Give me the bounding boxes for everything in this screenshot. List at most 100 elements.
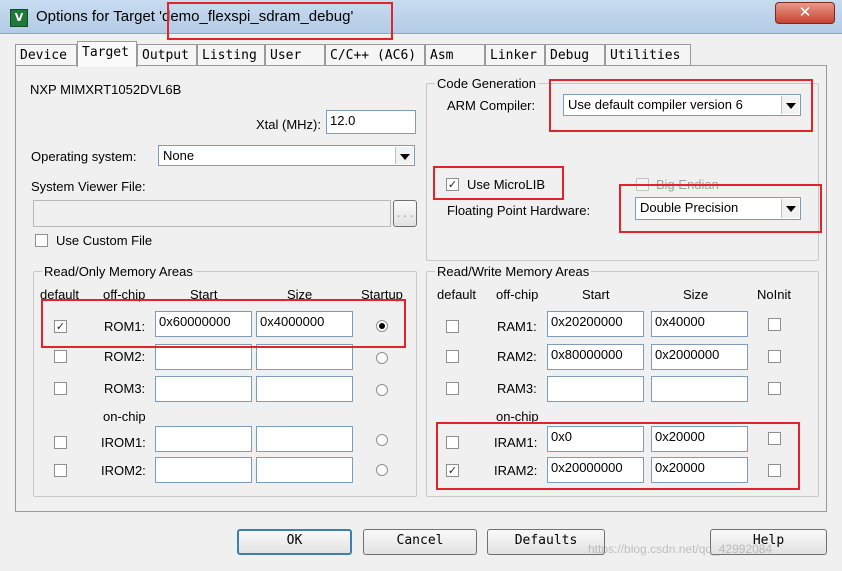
- ro-memory-title: Read/Only Memory Areas: [42, 264, 195, 279]
- code-generation-title: Code Generation: [435, 76, 539, 91]
- rom2-default-checkbox[interactable]: [54, 350, 67, 363]
- tab-target[interactable]: Target: [77, 41, 137, 67]
- irom2-start-input[interactable]: [155, 457, 252, 483]
- ro-header-start: Start: [190, 287, 218, 302]
- svd-label: System Viewer File:: [31, 179, 146, 194]
- rom1-start-input[interactable]: 0x60000000: [155, 311, 252, 337]
- iram1-default-checkbox[interactable]: [446, 436, 459, 449]
- big-endian-checkbox[interactable]: [636, 178, 649, 191]
- irom1-start-input[interactable]: [155, 426, 252, 452]
- ram1-size-input[interactable]: 0x40000: [651, 311, 748, 337]
- rom1-label: ROM1:: [104, 319, 146, 334]
- irom2-default-checkbox[interactable]: [54, 464, 67, 477]
- title-target: 'demo_flexspi_sdram_debug': [159, 8, 354, 25]
- arm-compiler-label: ARM Compiler:: [447, 98, 536, 113]
- ok-button[interactable]: OK: [237, 529, 352, 555]
- irom1-startup-radio[interactable]: [376, 434, 388, 446]
- rom1-default-checkbox[interactable]: ✓: [54, 320, 67, 333]
- ram2-size-input[interactable]: 0x2000000: [651, 344, 748, 370]
- use-custom-file-checkbox[interactable]: [35, 234, 48, 247]
- xtal-input[interactable]: 12.0: [326, 110, 416, 134]
- tab-debug[interactable]: Debug: [545, 44, 605, 66]
- os-select[interactable]: None: [158, 145, 415, 166]
- ro-header-default: default: [40, 287, 80, 302]
- ram1-noinit-checkbox[interactable]: [768, 318, 781, 331]
- title-prefix: Options for Target: [36, 8, 160, 25]
- irom2-size-input[interactable]: [256, 457, 353, 483]
- os-select-value: None: [163, 148, 195, 163]
- irom1-label: IROM1:: [101, 435, 146, 450]
- window-title: Options for Target 'demo_flexspi_sdram_d…: [36, 8, 353, 25]
- ram3-size-input[interactable]: [651, 376, 748, 402]
- irom1-default-checkbox[interactable]: [54, 436, 67, 449]
- close-button[interactable]: ✕: [775, 2, 835, 24]
- ro-header-size: Size: [287, 287, 313, 302]
- rom2-start-input[interactable]: [155, 344, 252, 370]
- tab-user[interactable]: User: [265, 44, 325, 66]
- ram2-noinit-checkbox[interactable]: [768, 350, 781, 363]
- iram2-noinit-checkbox[interactable]: [768, 464, 781, 477]
- use-custom-file-label: Use Custom File: [56, 233, 153, 248]
- rom2-size-input[interactable]: [256, 344, 353, 370]
- rom3-default-checkbox[interactable]: [54, 382, 67, 395]
- irom2-label: IROM2:: [101, 463, 146, 478]
- rom2-startup-radio[interactable]: [376, 352, 388, 364]
- irom2-startup-radio[interactable]: [376, 464, 388, 476]
- arm-compiler-value: Use default compiler version 6: [568, 97, 743, 112]
- ram3-default-checkbox[interactable]: [446, 382, 459, 395]
- tab-device[interactable]: Device: [15, 44, 77, 66]
- tab-listing[interactable]: Listing: [197, 44, 265, 66]
- rom1-size-input[interactable]: 0x4000000: [256, 311, 353, 337]
- ro-header-offchip: off-chip: [103, 287, 146, 302]
- chevron-down-icon[interactable]: [781, 96, 799, 114]
- iram2-label: IRAM2:: [494, 463, 538, 478]
- rw-header-offchip: off-chip: [496, 287, 539, 302]
- iram1-label: IRAM1:: [494, 435, 538, 450]
- rom3-startup-radio[interactable]: [376, 384, 388, 396]
- chevron-down-icon[interactable]: [395, 147, 413, 164]
- use-microlib-checkbox[interactable]: ✓: [446, 178, 459, 191]
- rw-header-default: default: [437, 287, 477, 302]
- cancel-button[interactable]: Cancel: [363, 529, 477, 555]
- rw-onchip-label: on-chip: [496, 409, 539, 424]
- iram2-start-input[interactable]: 0x20000000: [547, 457, 644, 483]
- fph-select[interactable]: Double Precision: [635, 197, 801, 220]
- iram2-default-checkbox[interactable]: ✓: [446, 464, 459, 477]
- chevron-down-icon[interactable]: [781, 199, 799, 218]
- irom1-size-input[interactable]: [256, 426, 353, 452]
- rom3-label: ROM3:: [104, 381, 146, 396]
- tab-asm[interactable]: Asm: [425, 44, 485, 66]
- rw-header-noinit: NoInit: [757, 287, 791, 302]
- ram2-default-checkbox[interactable]: [446, 350, 459, 363]
- fph-value: Double Precision: [640, 200, 739, 215]
- rom3-size-input[interactable]: [256, 376, 353, 402]
- tab-linker[interactable]: Linker: [485, 44, 545, 66]
- ram1-label: RAM1:: [497, 319, 537, 334]
- iram1-start-input[interactable]: 0x0: [547, 426, 644, 452]
- ro-header-startup: Startup: [361, 287, 403, 302]
- big-endian-label: Big Endian: [656, 177, 719, 192]
- iram1-noinit-checkbox[interactable]: [768, 432, 781, 445]
- svd-browse-button[interactable]: ...: [393, 200, 417, 227]
- ram3-noinit-checkbox[interactable]: [768, 382, 781, 395]
- ram1-start-input[interactable]: 0x20200000: [547, 311, 644, 337]
- ram2-start-input[interactable]: 0x80000000: [547, 344, 644, 370]
- arm-compiler-select[interactable]: Use default compiler version 6: [563, 94, 801, 116]
- rom1-startup-radio[interactable]: [376, 320, 388, 332]
- watermark: https://blog.csdn.net/qq_42992084: [588, 542, 773, 556]
- rw-header-start: Start: [582, 287, 610, 302]
- iram2-size-input[interactable]: 0x20000: [651, 457, 748, 483]
- rom3-start-input[interactable]: [155, 376, 252, 402]
- ram3-start-input[interactable]: [547, 376, 644, 402]
- tab-output[interactable]: Output: [137, 44, 197, 66]
- tab-cc-ac6[interactable]: C/C++ (AC6): [325, 44, 425, 66]
- tab-utilities[interactable]: Utilities: [605, 44, 691, 66]
- use-microlib-label: Use MicroLIB: [467, 177, 546, 192]
- iram1-size-input[interactable]: 0x20000: [651, 426, 748, 452]
- xtal-label: Xtal (MHz):: [256, 117, 321, 132]
- device-name: NXP MIMXRT1052DVL6B: [30, 82, 182, 97]
- svd-input[interactable]: [33, 200, 391, 227]
- os-label: Operating system:: [31, 149, 137, 164]
- ram1-default-checkbox[interactable]: [446, 320, 459, 333]
- ram3-label: RAM3:: [497, 381, 537, 396]
